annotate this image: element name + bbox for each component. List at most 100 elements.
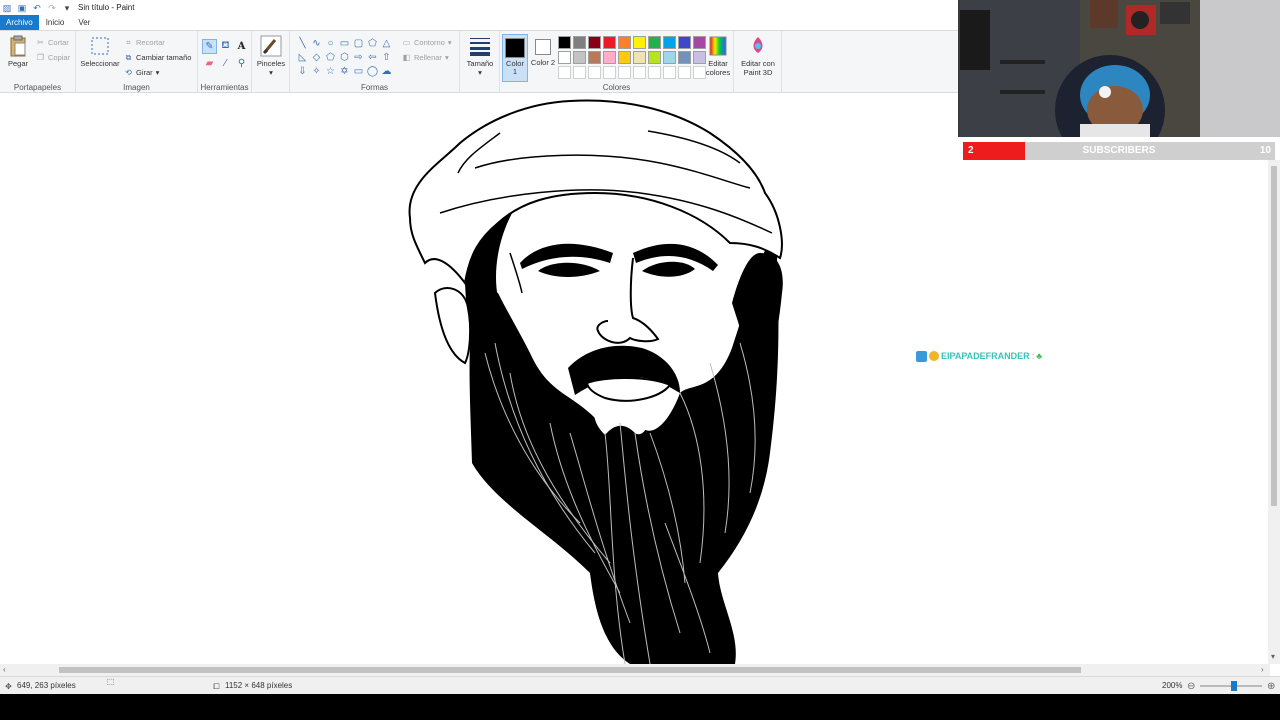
polygon-shape-icon[interactable]: ⬠ <box>366 37 379 50</box>
brushes-button[interactable]: Pinceles ▾ <box>255 35 287 77</box>
edit-colors-label: Editar colores <box>705 59 731 77</box>
color2-button[interactable]: Color 2 <box>530 34 556 82</box>
fill-button[interactable]: ◧ Rellenar ▾ <box>402 51 449 63</box>
palette-color-swatch[interactable] <box>603 36 616 49</box>
text-icon[interactable]: A <box>234 39 249 54</box>
six-point-star-icon[interactable]: ✡ <box>338 65 351 78</box>
oval-shape-icon[interactable]: ○ <box>324 37 337 50</box>
four-point-star-icon[interactable]: ✧ <box>310 65 323 78</box>
paint3d-icon <box>753 37 763 53</box>
zoom-in-icon[interactable]: ⊕ <box>1267 681 1275 692</box>
palette-color-swatch[interactable] <box>618 36 631 49</box>
palette-color-swatch[interactable] <box>588 66 601 79</box>
zoom-out-icon[interactable]: ⊖ <box>1187 681 1195 692</box>
callout-rect-icon[interactable]: ▭ <box>352 65 365 78</box>
line-shape-icon[interactable]: ╲ <box>296 37 309 50</box>
subscriber-goal: 10 <box>1259 145 1271 156</box>
palette-color-swatch[interactable] <box>648 36 661 49</box>
palette-color-swatch[interactable] <box>573 66 586 79</box>
brushes-group: Pinceles ▾ <box>252 31 290 94</box>
hexagon-shape-icon[interactable]: ⬡ <box>338 51 351 64</box>
magnifier-icon[interactable]: ⚲ <box>234 56 249 71</box>
scroll-right-icon[interactable]: › <box>1261 665 1264 674</box>
curve-shape-icon[interactable]: ∿ <box>310 37 323 50</box>
palette-color-swatch[interactable] <box>648 51 661 64</box>
colors-group-label: Colores <box>602 83 631 92</box>
color1-button[interactable]: Color 1 <box>502 34 528 82</box>
palette-color-swatch[interactable] <box>678 66 691 79</box>
crop-button[interactable]: ⌗ Recortar <box>124 36 165 48</box>
redo-icon[interactable]: ↷ <box>47 3 57 13</box>
five-point-star-icon[interactable]: ☆ <box>324 65 337 78</box>
resize-button[interactable]: ⧉ Cambiar tamaño <box>124 51 192 63</box>
palette-color-swatch[interactable] <box>558 66 571 79</box>
tab-inicio[interactable]: Inicio <box>39 15 72 30</box>
edit-colors-button[interactable]: Editar colores <box>703 35 733 77</box>
vertical-scroll-thumb[interactable] <box>1271 166 1277 506</box>
resize-icon: ⧉ <box>125 52 132 62</box>
palette-color-swatch[interactable] <box>618 66 631 79</box>
cloud-callout-icon[interactable]: ☁ <box>380 65 393 78</box>
horizontal-scroll-thumb[interactable] <box>59 667 1081 673</box>
palette-color-swatch[interactable] <box>648 66 661 79</box>
palette-color-swatch[interactable] <box>678 51 691 64</box>
palette-color-swatch[interactable] <box>573 36 586 49</box>
palette-color-swatch[interactable] <box>618 51 631 64</box>
pencil-icon[interactable]: ✎ <box>202 39 217 54</box>
cut-button[interactable]: ✂ Cortar <box>36 36 69 48</box>
palette-color-swatch[interactable] <box>603 66 616 79</box>
vertical-scrollbar[interactable]: ▾ <box>1268 160 1280 664</box>
palette-color-swatch[interactable] <box>603 51 616 64</box>
right-triangle-shape-icon[interactable]: ◺ <box>296 51 309 64</box>
palette-color-swatch[interactable] <box>633 51 646 64</box>
callout-oval-icon[interactable]: ◯ <box>366 65 379 78</box>
zoom-slider-thumb[interactable] <box>1231 681 1237 691</box>
palette-color-swatch[interactable] <box>633 36 646 49</box>
edit-paint3d-button[interactable]: Editar con Paint 3D <box>736 35 780 77</box>
down-arrow-shape-icon[interactable]: ⇩ <box>296 65 309 78</box>
diamond-shape-icon[interactable]: ◇ <box>310 51 323 64</box>
scroll-left-icon[interactable]: ‹ <box>3 665 6 674</box>
horizontal-scrollbar[interactable]: ‹ › <box>0 664 1270 676</box>
rectangle-shape-icon[interactable]: ▭ <box>338 37 351 50</box>
right-eye <box>642 261 695 277</box>
up-arrow-shape-icon[interactable]: ⇧ <box>380 51 393 64</box>
color-picker-icon[interactable]: ⁄ <box>218 56 233 71</box>
palette-color-swatch[interactable] <box>678 36 691 49</box>
fill-label: Rellenar <box>414 52 442 62</box>
size-button[interactable]: Tamaño ▾ <box>464 35 496 77</box>
palette-color-swatch[interactable] <box>573 51 586 64</box>
color-wheel-icon <box>709 36 727 56</box>
tab-archivo[interactable]: Archivo <box>0 15 39 30</box>
outline-button[interactable]: ▭ Contorno ▾ <box>402 36 452 48</box>
tools-group-label: Herramientas <box>200 83 249 92</box>
palette-color-swatch[interactable] <box>588 36 601 49</box>
left-arrow-shape-icon[interactable]: ⇦ <box>366 51 379 64</box>
paste-button[interactable]: Pegar <box>4 35 32 68</box>
canvas-area[interactable] <box>0 93 1280 664</box>
eraser-icon[interactable]: ▰ <box>202 56 217 71</box>
rotate-button[interactable]: ⟲ Girar ▾ <box>124 66 159 78</box>
right-arrow-shape-icon[interactable]: ⇨ <box>352 51 365 64</box>
save-icon[interactable]: ▣ <box>17 3 27 13</box>
palette-color-swatch[interactable] <box>663 66 676 79</box>
outline-label: Contorno <box>414 37 445 47</box>
palette-color-swatch[interactable] <box>558 36 571 49</box>
fill-bucket-icon[interactable]: ⛾ <box>218 39 233 54</box>
copy-button[interactable]: ❐ Copiar <box>36 51 70 63</box>
palette-color-swatch[interactable] <box>663 36 676 49</box>
rounded-rectangle-shape-icon[interactable]: ▢ <box>352 37 365 50</box>
customize-chevron-icon[interactable]: ▾ <box>62 3 72 13</box>
palette-color-swatch[interactable] <box>633 66 646 79</box>
palette-color-swatch[interactable] <box>558 51 571 64</box>
triangle-shape-icon[interactable]: △ <box>380 37 393 50</box>
color1-label: Color 1 <box>506 59 524 76</box>
pentagon-shape-icon[interactable]: ⬠ <box>324 51 337 64</box>
palette-color-swatch[interactable] <box>588 51 601 64</box>
palette-color-swatch[interactable] <box>663 51 676 64</box>
drawing-canvas[interactable] <box>380 93 820 664</box>
scroll-down-icon[interactable]: ▾ <box>1271 652 1275 661</box>
select-button[interactable]: Seleccionar <box>80 35 120 68</box>
tab-ver[interactable]: Ver <box>71 15 97 30</box>
undo-icon[interactable]: ↶ <box>32 3 42 13</box>
